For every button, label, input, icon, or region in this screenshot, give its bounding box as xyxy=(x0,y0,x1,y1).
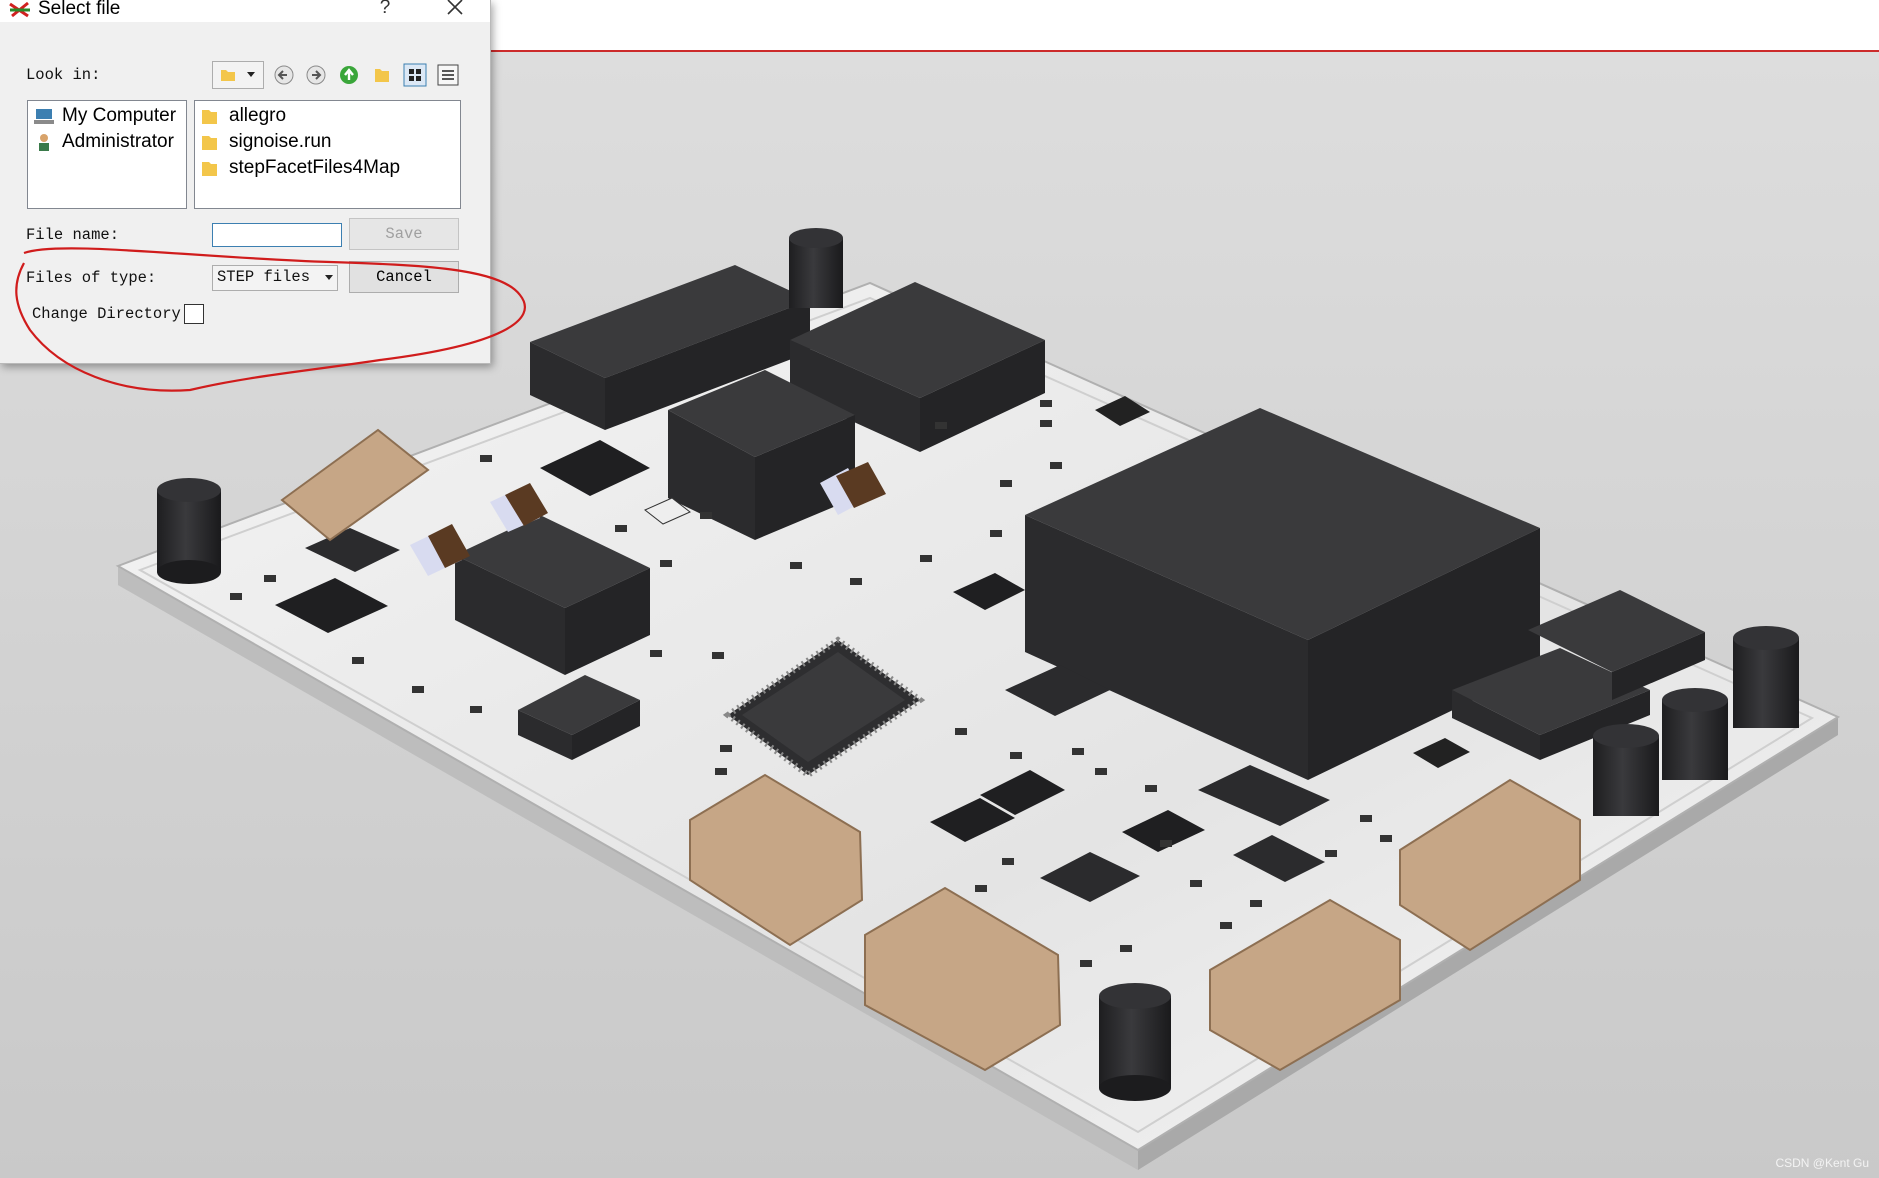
select-file-dialog: Select file ? Look in: My Computer Admin… xyxy=(0,0,491,364)
app-logo-icon xyxy=(9,1,30,18)
capacitor-cylinder-right-1 xyxy=(1593,724,1659,816)
change-directory-checkbox[interactable] xyxy=(184,304,204,324)
file-item-allegro[interactable]: allegro xyxy=(201,103,286,129)
new-folder-icon[interactable] xyxy=(370,63,394,87)
detail-view-icon[interactable] xyxy=(436,63,460,87)
chevron-down-icon xyxy=(247,72,255,77)
capacitor-cylinder-right-3 xyxy=(1733,626,1799,728)
place-item-my-computer[interactable]: My Computer xyxy=(34,103,176,129)
file-item-stepfacetfiles4map[interactable]: stepFacetFiles4Map xyxy=(201,155,400,181)
place-label: My Computer xyxy=(62,105,177,126)
capacitor-cylinder-right-2 xyxy=(1662,688,1728,780)
folder-icon xyxy=(221,70,235,81)
watermark: CSDN @Kent Gu xyxy=(1775,1156,1869,1170)
file-label: stepFacetFiles4Map xyxy=(229,157,401,178)
cancel-button[interactable]: Cancel xyxy=(349,261,459,293)
place-label: Administrator xyxy=(62,131,174,152)
computer-icon xyxy=(34,109,54,124)
save-button[interactable]: Save xyxy=(349,218,459,250)
capacitor-cylinder-top xyxy=(789,228,843,308)
files-of-type-value: STEP files xyxy=(217,268,311,286)
file-label: signoise.run xyxy=(229,131,332,152)
look-in-label: Look in: xyxy=(26,66,101,84)
capacitor-cylinder-left xyxy=(157,478,221,584)
folder-icon xyxy=(202,162,217,176)
user-icon xyxy=(39,134,49,151)
help-button[interactable]: ? xyxy=(370,0,400,19)
files-of-type-label: Files of type: xyxy=(26,269,157,287)
file-item-signoise-run[interactable]: signoise.run xyxy=(201,129,331,155)
up-folder-icon[interactable] xyxy=(337,63,361,87)
change-directory-label: Change Directory xyxy=(32,305,181,323)
list-view-icon[interactable] xyxy=(403,63,427,87)
files-of-type-dropdown[interactable]: STEP files xyxy=(212,265,338,291)
dialog-title: Select file xyxy=(38,0,121,19)
look-in-dropdown[interactable] xyxy=(212,61,264,89)
close-icon[interactable] xyxy=(440,0,470,21)
forward-icon[interactable] xyxy=(304,63,328,87)
folder-icon xyxy=(202,136,217,150)
file-label: allegro xyxy=(229,105,287,126)
file-name-label: File name: xyxy=(26,226,120,244)
files-pane[interactable]: allegro signoise.run stepFacetFiles4Map xyxy=(194,100,461,209)
file-name-input[interactable] xyxy=(212,223,342,247)
chevron-down-icon xyxy=(325,275,333,280)
place-item-administrator[interactable]: Administrator xyxy=(34,129,174,155)
back-icon[interactable] xyxy=(272,63,296,87)
places-pane[interactable]: My Computer Administrator xyxy=(27,100,187,209)
dialog-titlebar[interactable]: Select file ? xyxy=(0,0,490,22)
capacitor-cylinder-bottom xyxy=(1099,983,1171,1101)
folder-icon xyxy=(202,110,217,124)
